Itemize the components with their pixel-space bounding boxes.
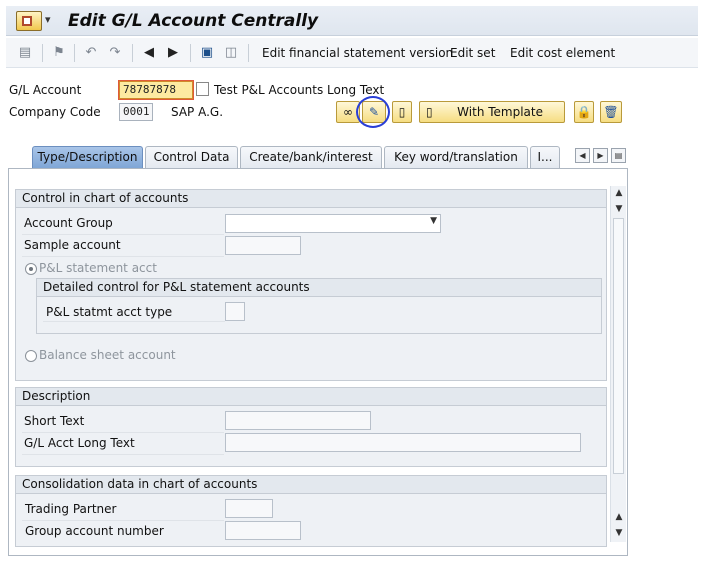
description-group-title: Description bbox=[16, 388, 606, 406]
pl-type-label: P&L statmt acct type bbox=[46, 305, 173, 319]
consolidation-group-title: Consolidation data in chart of accounts bbox=[16, 476, 606, 494]
short-text-label: Short Text bbox=[24, 414, 85, 428]
create-icon[interactable]: ▯ bbox=[392, 101, 412, 123]
gl-account-input[interactable]: 78787878 bbox=[119, 81, 193, 99]
scroll-up-icon[interactable]: ▲ bbox=[614, 188, 624, 198]
account-group-label: Account Group bbox=[24, 216, 113, 230]
previous-icon[interactable]: ◀ bbox=[140, 44, 158, 62]
tab-create-bank-interest[interactable]: Create/bank/interest bbox=[240, 146, 382, 168]
company-code-input[interactable]: 0001 bbox=[119, 103, 153, 121]
toolbar-separator bbox=[42, 44, 43, 62]
trading-partner-input[interactable] bbox=[225, 499, 273, 518]
page-title: Edit G/L Account Centrally bbox=[68, 11, 319, 31]
toolbar-separator bbox=[74, 44, 75, 62]
with-template-label: With Template bbox=[457, 105, 543, 119]
control-group: Control in chart of accounts Account Gro… bbox=[15, 189, 607, 381]
trash-icon[interactable]: 🗑 bbox=[600, 101, 622, 123]
annotation-circle bbox=[356, 96, 390, 128]
next-icon[interactable]: ▶ bbox=[164, 44, 182, 62]
tab-list-icon[interactable]: ▤ bbox=[611, 148, 626, 163]
edit-set-button[interactable]: Edit set bbox=[450, 46, 495, 60]
document-icon: ▯ bbox=[426, 105, 433, 119]
balance-sheet-radio[interactable] bbox=[25, 350, 37, 362]
hierarchy-icon[interactable]: ⚑ bbox=[50, 44, 68, 62]
gl-account-label: G/L Account bbox=[9, 83, 82, 97]
scrollbar-thumb[interactable] bbox=[613, 218, 624, 474]
redo-icon[interactable]: ↷ bbox=[106, 44, 124, 62]
row-divider bbox=[43, 321, 225, 322]
with-template-button[interactable]: ▯ With Template bbox=[419, 101, 565, 123]
long-text-label: G/L Acct Long Text bbox=[24, 436, 135, 450]
edit-financial-statement-version-button[interactable]: Edit financial statement version bbox=[262, 46, 453, 60]
other-account-icon[interactable]: ▤ bbox=[16, 44, 34, 62]
company-code-label: Company Code bbox=[9, 105, 101, 119]
tab-more[interactable]: I... bbox=[530, 146, 560, 168]
sample-account-input[interactable] bbox=[225, 236, 301, 255]
tab-scroll-right-icon[interactable]: ▶ bbox=[593, 148, 608, 163]
sample-account-label: Sample account bbox=[24, 238, 121, 252]
display-icon[interactable]: ◫ bbox=[222, 44, 240, 62]
short-text-input[interactable] bbox=[225, 411, 371, 430]
tabstrip: Type/Description Control Data Create/ban… bbox=[8, 146, 628, 168]
account-group-select[interactable]: ▼ bbox=[225, 214, 441, 233]
control-group-title: Control in chart of accounts bbox=[16, 190, 606, 208]
description-group: Description Short Text G/L Acct Long Tex… bbox=[15, 387, 607, 467]
row-divider bbox=[22, 520, 224, 521]
lock-icon[interactable]: 🔒 bbox=[574, 101, 594, 123]
edit-cost-element-button[interactable]: Edit cost element bbox=[510, 46, 615, 60]
pl-statement-label: P&L statement acct bbox=[39, 261, 157, 275]
app-menu-icon[interactable] bbox=[16, 11, 42, 31]
detailed-control-title: Detailed control for P&L statement accou… bbox=[37, 279, 601, 297]
balance-sheet-label: Balance sheet account bbox=[39, 348, 176, 362]
toolbar-separator bbox=[190, 44, 191, 62]
group-account-label: Group account number bbox=[25, 524, 164, 538]
tab-type-description[interactable]: Type/Description bbox=[32, 146, 143, 168]
detailed-control-group: Detailed control for P&L statement accou… bbox=[36, 278, 602, 334]
tab-key-word-translation[interactable]: Key word/translation bbox=[384, 146, 528, 168]
tab-content-panel: Control in chart of accounts Account Gro… bbox=[8, 168, 628, 556]
application-toolbar: ▤ ⚑ ↶ ↷ ◀ ▶ ▣ ◫ Edit financial statement… bbox=[6, 38, 698, 68]
company-name: SAP A.G. bbox=[171, 105, 224, 119]
pl-type-input[interactable] bbox=[225, 302, 245, 321]
copy-icon[interactable] bbox=[196, 82, 209, 96]
row-divider bbox=[22, 256, 224, 257]
pl-statement-radio[interactable] bbox=[25, 263, 37, 275]
tab-control-data[interactable]: Control Data bbox=[145, 146, 238, 168]
undo-icon[interactable]: ↶ bbox=[82, 44, 100, 62]
delete-flag-icon[interactable]: ▣ bbox=[198, 44, 216, 62]
long-text-input[interactable] bbox=[225, 433, 581, 452]
toolbar-separator bbox=[248, 44, 249, 62]
gl-account-description: Test P&L Accounts Long Text bbox=[214, 83, 385, 97]
dropdown-arrow-icon: ▼ bbox=[430, 216, 437, 226]
scroll-down-icon[interactable]: ▼ bbox=[614, 528, 624, 538]
scroll-up-icon[interactable]: ▲ bbox=[614, 512, 624, 522]
row-divider bbox=[22, 432, 224, 433]
scroll-down-icon[interactable]: ▼ bbox=[614, 204, 624, 214]
row-divider bbox=[22, 234, 224, 235]
group-account-input[interactable] bbox=[225, 521, 301, 540]
title-bar: ▾ Edit G/L Account Centrally bbox=[6, 6, 698, 36]
vertical-scrollbar[interactable]: ▲ ▼ ▲ ▼ bbox=[610, 186, 626, 542]
trading-partner-label: Trading Partner bbox=[25, 502, 117, 516]
tab-scroll-left-icon[interactable]: ◀ bbox=[575, 148, 590, 163]
consolidation-group: Consolidation data in chart of accounts … bbox=[15, 475, 607, 547]
row-divider bbox=[22, 454, 224, 455]
menu-arrow-icon[interactable]: ▾ bbox=[45, 13, 53, 31]
toolbar-separator bbox=[132, 44, 133, 62]
